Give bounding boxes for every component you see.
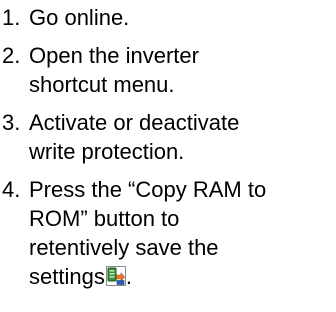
step-number: 1.: [2, 5, 21, 30]
step-line: ROM” button to: [29, 206, 180, 231]
step-line: write protection.: [29, 139, 185, 164]
instruction-list: 1. Go online. 2. Open the inverter short…: [0, 3, 336, 291]
step-line: Activate or deactivate: [29, 110, 240, 135]
list-item-step-2: 2. Open the inverter shortcut menu.: [0, 41, 336, 99]
step-line: shortcut menu.: [29, 72, 175, 97]
step-text: Activate or deactivate write protection.: [29, 108, 336, 166]
step-number: 4.: [2, 177, 21, 202]
step-line-text: settings: [29, 264, 105, 289]
list-item-step-3: 3. Activate or deactivate write protecti…: [0, 108, 336, 166]
step-text: Go online.: [29, 3, 336, 32]
list-item-step-1: 1. Go online.: [0, 3, 336, 32]
step-text: Press the “Copy RAM to ROM” button to re…: [29, 175, 336, 291]
copy-ram-to-rom-icon: [105, 266, 126, 286]
step-line: settings .: [29, 262, 336, 291]
step-line: Go online.: [29, 5, 130, 30]
list-item-step-4: 4. Press the “Copy RAM to ROM” button to…: [0, 175, 336, 291]
step-number: 3.: [2, 110, 21, 135]
trailing-punctuation: .: [125, 264, 132, 289]
step-line: Press the “Copy RAM to: [29, 177, 267, 202]
step-line: Open the inverter: [29, 43, 199, 68]
step-number: 2.: [2, 43, 21, 68]
step-text: Open the inverter shortcut menu.: [29, 41, 336, 99]
step-line: retentively save the: [29, 235, 219, 260]
